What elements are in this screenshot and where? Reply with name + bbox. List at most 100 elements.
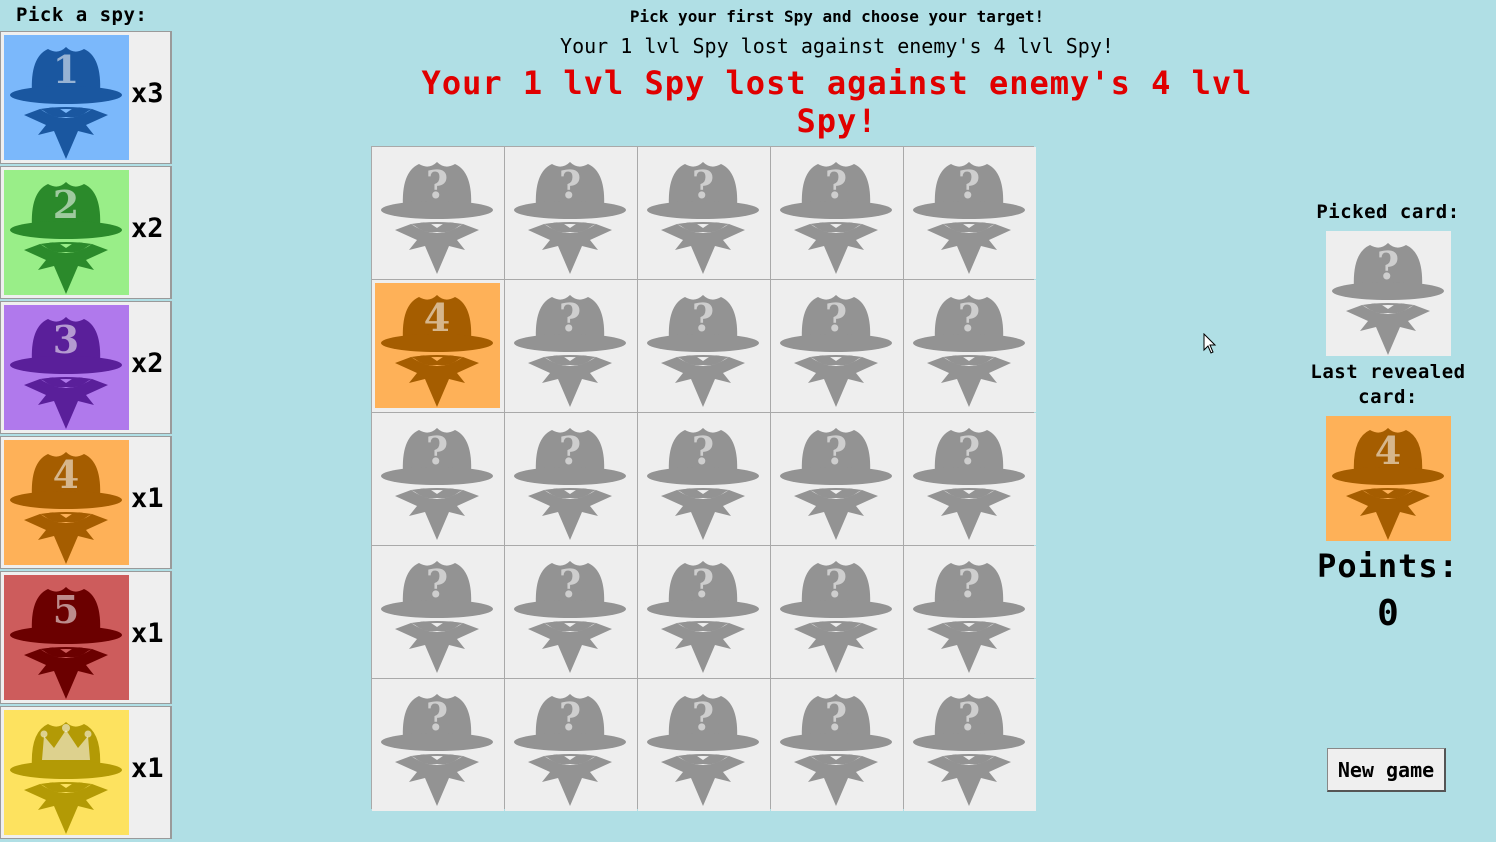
card-tile: ? <box>375 549 500 674</box>
spy-level-label: 1 <box>53 47 79 92</box>
card-tile: ? <box>508 416 633 541</box>
board-cell[interactable]: ? <box>638 546 770 678</box>
new-game-button[interactable]: New game <box>1327 748 1446 792</box>
board-cell[interactable]: 4 <box>372 280 504 412</box>
board-cell[interactable]: ? <box>505 147 637 279</box>
spy-tile: 3 <box>4 305 129 430</box>
board-cell[interactable]: ? <box>505 679 637 811</box>
hidden-spy-icon: ? <box>1325 231 1451 356</box>
spy-tile: 2 <box>4 170 129 295</box>
spy-option-1[interactable]: 1 x3 <box>0 31 172 164</box>
spy-option-4[interactable]: 4 x1 <box>0 436 172 569</box>
card-tile: ? <box>774 682 899 807</box>
hidden-spy-icon: ? <box>641 549 766 674</box>
board-cell[interactable]: ? <box>638 147 770 279</box>
card-tile: ? <box>774 549 899 674</box>
hidden-spy-icon: ? <box>907 549 1032 674</box>
card-tile: ? <box>641 416 766 541</box>
spy-tile: 4 <box>4 440 129 565</box>
card-tile: ? <box>508 283 633 408</box>
spy-tile: 5 <box>4 575 129 700</box>
last-revealed-card: 4 <box>1325 416 1451 541</box>
game-board: ????? 4??????????????????? <box>371 146 1036 811</box>
spy-tile <box>4 710 129 835</box>
spy-level-label: ? <box>426 561 448 606</box>
board-cell[interactable]: ? <box>904 147 1036 279</box>
spy-level-label: ? <box>958 561 980 606</box>
board-cell[interactable]: ? <box>638 413 770 545</box>
spy-level-label: ? <box>559 428 581 473</box>
spy-count: x1 <box>131 618 164 649</box>
board-cell[interactable]: ? <box>771 280 903 412</box>
card-tile: ? <box>907 682 1032 807</box>
board-cell[interactable]: ? <box>771 679 903 811</box>
spy-level-label: 4 <box>1374 428 1400 473</box>
board-cell[interactable]: ? <box>771 413 903 545</box>
spy-1-icon: 1 <box>4 35 129 160</box>
spy-level-label: 2 <box>53 182 79 227</box>
spy-5-icon: 5 <box>4 575 129 700</box>
mouse-cursor-icon <box>1203 333 1217 354</box>
board-cell[interactable]: ? <box>505 413 637 545</box>
spy-option-king[interactable]: x1 <box>0 706 172 839</box>
hidden-spy-icon: ? <box>641 682 766 807</box>
spy-count: x2 <box>131 348 164 379</box>
spy-level-label: ? <box>692 694 714 739</box>
spy-picker: 1 x3 2 x2 3 x2 4 x1 5 x1 x1 <box>0 31 174 842</box>
hidden-spy-icon: ? <box>774 549 899 674</box>
board-cell[interactable]: ? <box>771 546 903 678</box>
board-cell[interactable]: ? <box>372 679 504 811</box>
picked-card: ? <box>1325 231 1451 356</box>
spy-level-label: ? <box>426 694 448 739</box>
spy-option-5[interactable]: 5 x1 <box>0 571 172 704</box>
hidden-spy-icon: ? <box>508 549 633 674</box>
board-cell[interactable]: ? <box>372 546 504 678</box>
card-tile: ? <box>375 682 500 807</box>
hidden-spy-icon: ? <box>907 150 1032 275</box>
board-cell[interactable]: ? <box>771 147 903 279</box>
board-cell[interactable]: ? <box>505 546 637 678</box>
board-cell[interactable]: ? <box>904 413 1036 545</box>
spy-option-2[interactable]: 2 x2 <box>0 166 172 299</box>
board-cell[interactable]: ? <box>372 147 504 279</box>
card-tile: ? <box>508 150 633 275</box>
spy-3-icon: 3 <box>4 305 129 430</box>
card-tile: ? <box>907 150 1032 275</box>
spy-option-3[interactable]: 3 x2 <box>0 301 172 434</box>
spy-level-label: ? <box>559 295 581 340</box>
spy-level-label: ? <box>559 694 581 739</box>
spy-level-label: ? <box>426 428 448 473</box>
spy-level-label: ? <box>825 428 847 473</box>
board-cell[interactable]: ? <box>638 280 770 412</box>
board-cell[interactable]: ? <box>904 546 1036 678</box>
card-tile: ? <box>907 416 1032 541</box>
instruction-text: Pick your first Spy and choose your targ… <box>629 7 1045 26</box>
spy-level-label: ? <box>692 162 714 207</box>
result-banner: Your 1 lvl Spy lost against enemy's 4 lv… <box>421 64 1253 140</box>
spy-level-label: ? <box>958 428 980 473</box>
points-label: Points: <box>1317 547 1459 585</box>
board-cell[interactable]: ? <box>505 280 637 412</box>
spy-4-icon: 4 <box>1325 416 1451 541</box>
card-tile: ? <box>375 150 500 275</box>
spy-count: x2 <box>131 213 164 244</box>
spy-4-icon: 4 <box>375 283 500 408</box>
card-tile: ? <box>774 150 899 275</box>
info-panel: Picked card: ? Last revealed card: 4 Poi… <box>1290 200 1486 634</box>
spy-level-label: ? <box>958 694 980 739</box>
spy-level-label: ? <box>825 561 847 606</box>
spy-level-label: 4 <box>424 295 450 340</box>
board-cell[interactable]: ? <box>904 280 1036 412</box>
spy-tile: 1 <box>4 35 129 160</box>
result-text: Your 1 lvl Spy lost against enemy's 4 lv… <box>560 34 1114 58</box>
spy-level-label: ? <box>825 694 847 739</box>
board-cell[interactable]: ? <box>372 413 504 545</box>
points-value: 0 <box>1377 593 1399 634</box>
spy-count: x1 <box>131 483 164 514</box>
board-cell[interactable]: ? <box>638 679 770 811</box>
sidebar-title: Pick a spy: <box>16 4 148 26</box>
board-cell[interactable]: ? <box>904 679 1036 811</box>
spy-level-label: 4 <box>53 452 79 497</box>
hidden-spy-icon: ? <box>508 682 633 807</box>
card-tile: ? <box>508 549 633 674</box>
